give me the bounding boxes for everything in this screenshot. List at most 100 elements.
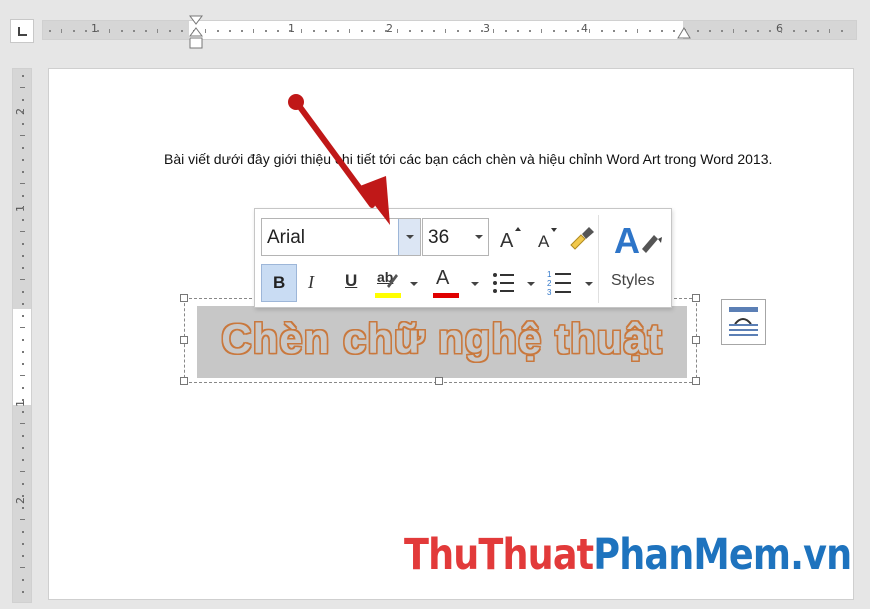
numbering-dropdown-icon[interactable] — [583, 278, 595, 290]
ruler-tick — [733, 29, 734, 33]
ruler-tick — [22, 75, 24, 77]
ruler-tick — [553, 30, 555, 32]
underline-button[interactable]: U — [345, 271, 357, 291]
styles-button[interactable]: A — [612, 217, 666, 261]
ruler-tick — [649, 30, 651, 32]
ruler-tick — [22, 363, 24, 365]
ruler-tick — [73, 30, 75, 32]
font-name-dropdown-button[interactable] — [398, 219, 420, 255]
resize-handle[interactable] — [435, 377, 443, 385]
ruler-tick — [22, 351, 24, 353]
ruler-tick — [22, 303, 24, 305]
toolbar-separator — [598, 215, 599, 303]
watermark-part1: ThuThuat — [404, 530, 594, 580]
ruler-tick — [817, 30, 819, 32]
layout-options-button[interactable] — [721, 299, 766, 345]
body-paragraph[interactable]: Bài viết dưới đây giới thiệu chi tiết tớ… — [164, 148, 774, 170]
ruler-tick — [22, 543, 24, 545]
ruler-tick — [20, 135, 25, 136]
svg-text:3: 3 — [547, 288, 552, 297]
ruler-tick — [637, 29, 638, 33]
ruler-tick — [22, 339, 24, 341]
ruler-tick — [337, 30, 339, 32]
vertical-ruler[interactable]: 2 1 1 2 — [12, 68, 32, 603]
ruler-tick — [469, 30, 471, 32]
ruler-tick — [313, 30, 315, 32]
font-color-dropdown-icon[interactable] — [469, 278, 481, 290]
numbering-icon[interactable]: 1 2 3 — [547, 269, 575, 297]
ruler-tick — [22, 495, 24, 497]
right-indent-marker-icon[interactable] — [676, 26, 692, 42]
ruler-tick — [22, 387, 24, 389]
highlight-button[interactable]: ab — [374, 267, 404, 301]
ruler-tick — [22, 123, 24, 125]
ruler-mark: 1 — [91, 22, 98, 35]
bullets-icon[interactable] — [491, 271, 517, 295]
svg-text:A: A — [614, 220, 640, 261]
ruler-tick — [841, 30, 843, 32]
ruler-tick — [661, 30, 663, 32]
ruler-tick — [229, 30, 231, 32]
ruler-tick — [277, 30, 279, 32]
resize-handle[interactable] — [692, 336, 700, 344]
ruler-tick — [421, 30, 423, 32]
bullets-dropdown-icon[interactable] — [525, 278, 537, 290]
ruler-tick — [361, 30, 363, 32]
resize-handle[interactable] — [180, 294, 188, 302]
resize-handle[interactable] — [180, 336, 188, 344]
ruler-mark: 1 — [14, 400, 27, 407]
resize-handle[interactable] — [692, 294, 700, 302]
ruler-tick — [22, 159, 24, 161]
ruler-tick — [20, 423, 25, 424]
left-tab-icon — [18, 27, 27, 36]
ruler-tick — [145, 30, 147, 32]
highlight-dropdown-icon[interactable] — [408, 278, 420, 290]
ruler-mark: 2 — [386, 22, 393, 35]
ruler-tick — [22, 555, 24, 557]
bold-button[interactable]: B — [261, 264, 297, 302]
ruler-tick — [22, 459, 24, 461]
ruler-tick — [529, 30, 531, 32]
tab-selector[interactable] — [10, 19, 34, 43]
grow-font-button[interactable]: A — [498, 223, 524, 251]
highlight-color-bar — [375, 293, 401, 298]
ruler-tick — [565, 30, 567, 32]
ruler-tick — [265, 30, 267, 32]
format-painter-icon[interactable] — [567, 223, 597, 251]
svg-text:2: 2 — [547, 279, 552, 288]
font-name-combobox[interactable]: Arial — [261, 218, 421, 256]
bold-label: B — [273, 273, 286, 292]
ruler-mark: 1 — [288, 22, 295, 35]
ruler-tick — [22, 219, 24, 221]
ruler-tick — [20, 87, 25, 88]
ruler-tick — [97, 30, 99, 32]
ruler-tick — [385, 30, 387, 32]
ruler-tick — [169, 30, 171, 32]
ruler-tick — [22, 399, 24, 401]
ruler-tick — [20, 279, 25, 280]
resize-handle[interactable] — [180, 377, 188, 385]
ruler-mark: 3 — [483, 22, 490, 35]
wordart-selection-box[interactable] — [180, 294, 700, 385]
ruler-text-area — [13, 309, 31, 405]
ruler-tick — [445, 29, 446, 33]
ruler-tick — [709, 30, 711, 32]
font-size-dropdown-button[interactable] — [470, 219, 488, 255]
styles-label[interactable]: Styles — [611, 272, 655, 290]
ruler-tick — [22, 507, 24, 509]
font-color-button[interactable]: A — [431, 267, 461, 301]
font-size-combobox[interactable]: 36 — [422, 218, 489, 256]
indent-marker-icon[interactable] — [188, 14, 204, 54]
ruler-tick — [373, 30, 375, 32]
ruler-tick — [20, 471, 25, 472]
ruler-tick — [20, 375, 25, 376]
pen-icon — [387, 274, 398, 288]
resize-handle[interactable] — [692, 377, 700, 385]
italic-button[interactable]: I — [308, 272, 314, 293]
ruler-tick — [577, 30, 579, 32]
ruler-tick — [20, 567, 25, 568]
horizontal-ruler[interactable]: 1 1 2 3 4 6 — [42, 20, 857, 40]
shrink-font-button[interactable]: A — [536, 225, 560, 251]
ruler-tick — [133, 30, 135, 32]
ruler-tick — [20, 231, 25, 232]
